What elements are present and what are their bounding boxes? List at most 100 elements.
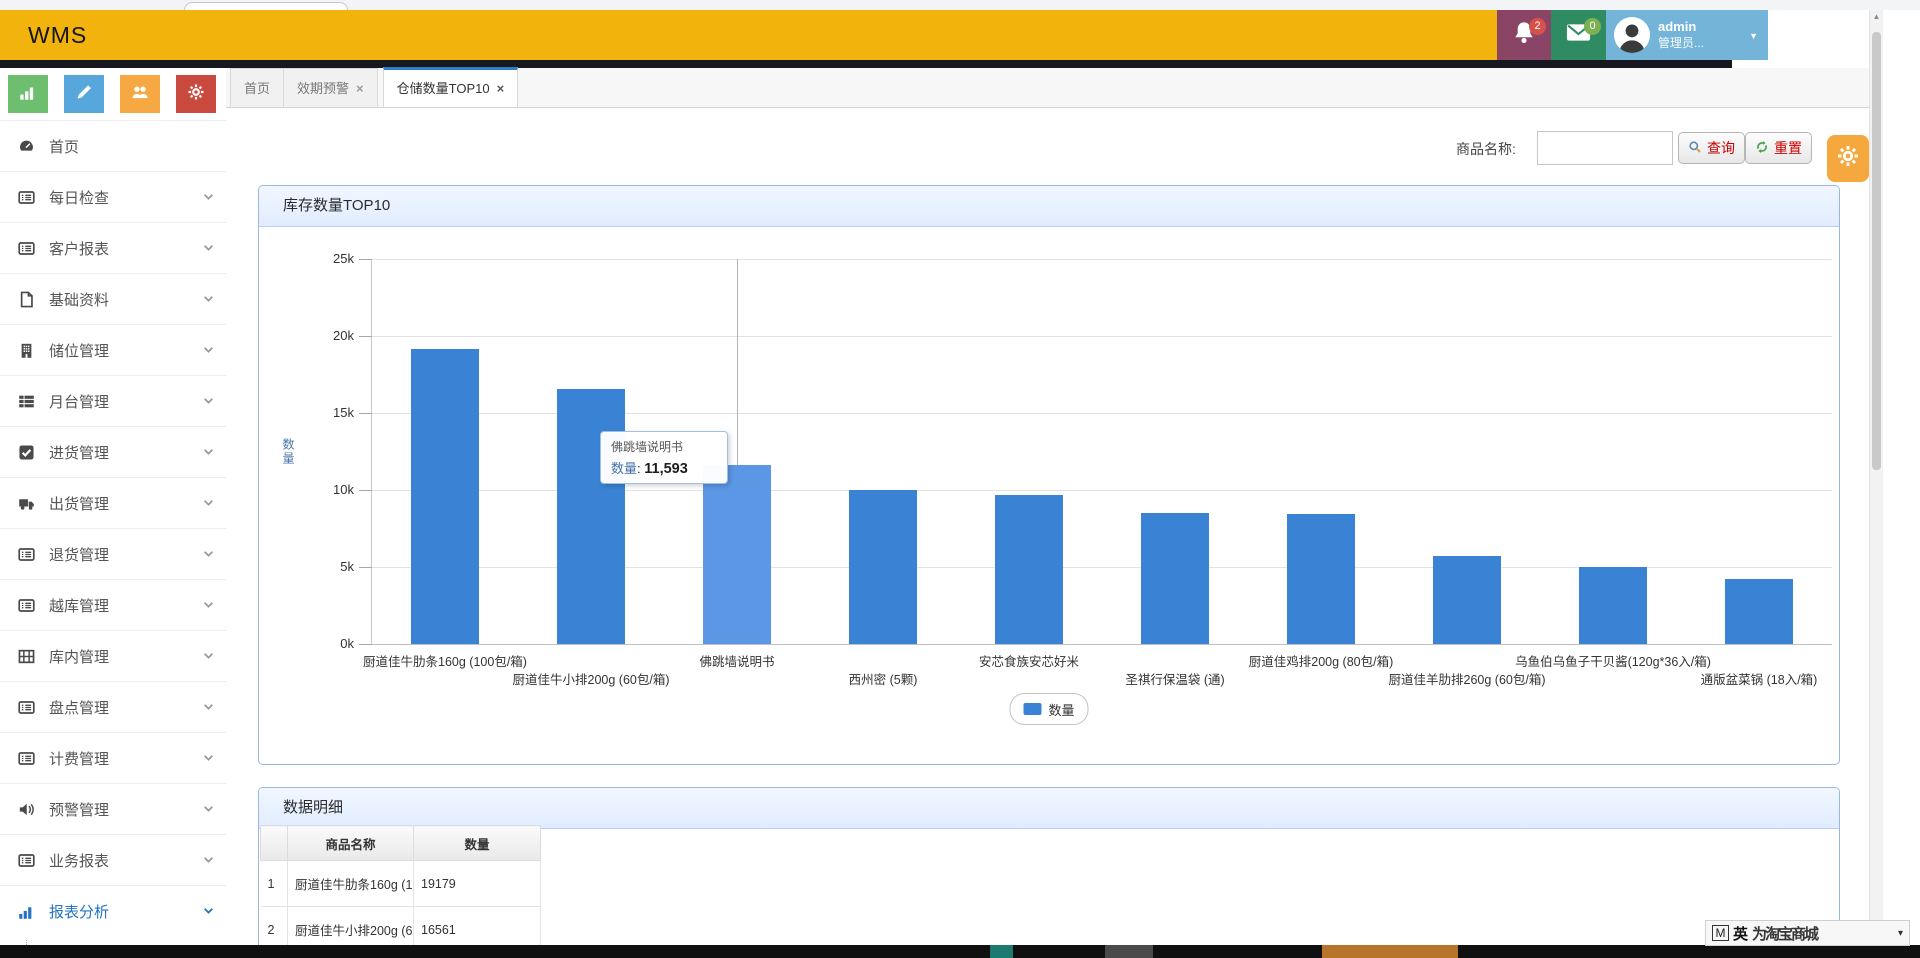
sidebar-item-6[interactable]: 进货管理 [0, 426, 226, 477]
ime-language[interactable]: 英 [1733, 923, 1748, 944]
row-number-cell: 1 [260, 860, 288, 907]
tab-label: 效期预警 [297, 80, 350, 96]
sidebar-item-15[interactable]: 报表分析 [0, 885, 226, 936]
product-name-header[interactable]: 商品名称 [287, 825, 414, 861]
bar-4[interactable] [995, 495, 1063, 644]
sidebar-item-7[interactable]: 出货管理 [0, 477, 226, 528]
sidebar-item-12[interactable]: 计费管理 [0, 732, 226, 783]
list-icon [18, 189, 35, 206]
sidebar-item-5[interactable]: 月台管理 [0, 375, 226, 426]
chevron-down-icon [203, 397, 214, 405]
y-axis-title: 数量 [281, 437, 295, 466]
user-role: 管理员... [1658, 35, 1705, 50]
bar-9[interactable] [1725, 579, 1793, 644]
sidebar-item-11[interactable]: 盘点管理 [0, 681, 226, 732]
tooltip-title: 佛跳墙说明书 [611, 440, 684, 454]
x-category-label: 圣祺行保温袋 (通) [1125, 673, 1225, 687]
quick-button-edit[interactable] [64, 75, 104, 113]
bar-8[interactable] [1579, 567, 1647, 644]
taskbar-item[interactable] [1105, 945, 1153, 958]
sidebar-item-label: 计费管理 [49, 750, 110, 768]
quick-buttons-row [0, 75, 226, 113]
bar-7[interactable] [1433, 556, 1501, 644]
sidebar-item-13[interactable]: 预警管理 [0, 783, 226, 834]
tab-0[interactable]: 首页 [230, 68, 285, 107]
detail-table: 商品名称 数量 1 厨道佳牛肋条160g (1 19179 2 厨道佳牛小排200g (… [260, 825, 541, 953]
table-row[interactable]: 1 厨道佳牛肋条160g (1 19179 [260, 860, 541, 907]
tab-label: 首页 [244, 80, 271, 96]
sidebar-item-3[interactable]: 基础资料 [0, 273, 226, 324]
chevron-down-icon [203, 907, 214, 915]
scroll-up-icon[interactable]: ▲ [1870, 12, 1883, 21]
settings-button[interactable] [1827, 135, 1869, 182]
chart-legend[interactable]: 数量 [1009, 693, 1089, 725]
close-icon[interactable]: × [497, 82, 505, 95]
bar-2[interactable] [703, 465, 771, 644]
quick-button-stats[interactable] [8, 75, 48, 113]
messages-button[interactable]: 0 [1551, 10, 1606, 60]
quick-button-users[interactable] [120, 75, 160, 113]
axis-tick [359, 336, 372, 337]
sidebar-item-label: 越库管理 [49, 597, 110, 615]
user-menu[interactable]: admin 管理员... ▼ [1606, 10, 1768, 60]
sidebar-item-2[interactable]: 客户报表 [0, 222, 226, 273]
bar-0[interactable] [411, 349, 479, 644]
chevron-down-icon [203, 295, 214, 303]
product-name-input[interactable] [1537, 131, 1673, 165]
users-icon [131, 83, 149, 106]
sidebar-item-4[interactable]: 储位管理 [0, 324, 226, 375]
sidebar-item-label: 预警管理 [49, 801, 110, 819]
x-category-label: 厨道佳羊肋排260g (60包/箱) [1388, 673, 1546, 687]
sidebar-item-0[interactable]: 首页 [0, 120, 226, 171]
refresh-icon [1755, 140, 1769, 157]
chevron-down-icon [203, 754, 214, 762]
tab-1[interactable]: 效期预警 × [283, 68, 378, 107]
axis-tick [359, 567, 372, 568]
ime-indicator[interactable]: M 英 为淘宝商城 ▾ [1705, 920, 1910, 946]
bar-5[interactable] [1141, 513, 1209, 644]
sidebar-item-8[interactable]: 退货管理 [0, 528, 226, 579]
x-category-label: 厨道佳鸡排200g (80包/箱) [1248, 655, 1394, 669]
notifications-button[interactable]: 2 [1497, 10, 1551, 60]
user-texts: admin 管理员... [1658, 19, 1704, 50]
bar-3[interactable] [849, 490, 917, 644]
chevron-down-icon [203, 601, 214, 609]
tab-2[interactable]: 仓储数量TOP10 × [382, 67, 519, 107]
detail-table-header-row: 商品名称 数量 [260, 825, 541, 861]
sidebar-item-label: 出货管理 [49, 495, 110, 513]
sidebar-item-9[interactable]: 越库管理 [0, 579, 226, 630]
wms-page: WMS 2 0 admin 管理员... ▼ 首页 每日检查 客户报表 基础资料… [0, 0, 1920, 958]
reset-button[interactable]: 重置 [1745, 132, 1812, 164]
sidebar-item-14[interactable]: 业务报表 [0, 834, 226, 885]
quick-button-settings[interactable] [176, 75, 216, 113]
close-icon[interactable]: × [356, 82, 364, 95]
building-icon [18, 342, 35, 359]
chart-panel-title: 库存数量TOP10 [259, 186, 1839, 227]
vertical-scrollbar[interactable]: ▲ [1869, 10, 1883, 945]
sidebar-item-label: 月台管理 [49, 393, 110, 411]
chevron-down-icon [203, 193, 214, 201]
app-title: WMS [28, 22, 88, 48]
chevron-down-icon: ▾ [1897, 927, 1903, 939]
detail-panel: 数据明细 商品名称 数量 1 厨道佳牛肋条160g (1 19179 2 厨道佳牛小排2… [258, 787, 1840, 958]
x-category-label: 通版盆菜锅 (18入/箱) [1700, 673, 1818, 687]
bar-6[interactable] [1287, 514, 1355, 644]
chart-tooltip: 佛跳墙说明书 数量: 11,593 [600, 431, 728, 484]
quantity-header[interactable]: 数量 [413, 825, 541, 861]
list-icon [18, 852, 35, 869]
truck-icon [18, 495, 35, 512]
scrollbar-thumb[interactable] [1872, 32, 1881, 470]
list-icon [18, 240, 35, 257]
list-icon [18, 546, 35, 563]
chevron-down-icon [203, 856, 214, 864]
chart-bars-icon [18, 903, 35, 920]
sidebar-item-10[interactable]: 库内管理 [0, 630, 226, 681]
row-number-header [260, 825, 288, 861]
query-button[interactable]: 查询 [1678, 132, 1745, 164]
bar-1[interactable] [557, 389, 625, 644]
list-icon [18, 699, 35, 716]
taskbar-item[interactable] [1322, 945, 1458, 958]
sidebar-item-1[interactable]: 每日检查 [0, 171, 226, 222]
taskbar-item[interactable] [990, 945, 1013, 958]
list-icon [18, 597, 35, 614]
